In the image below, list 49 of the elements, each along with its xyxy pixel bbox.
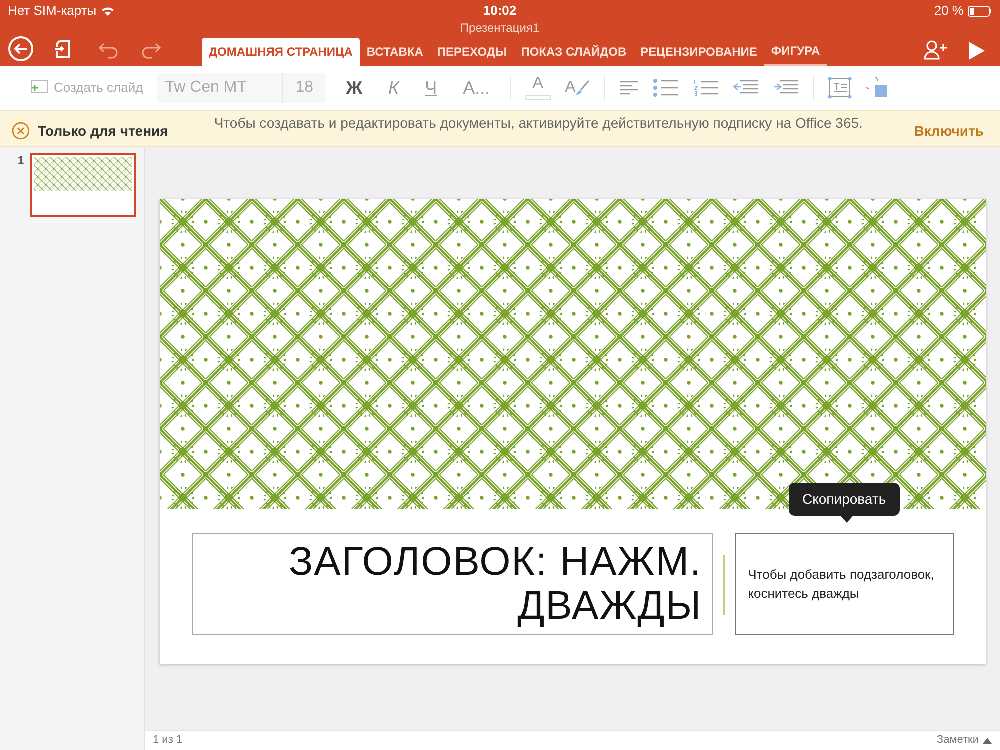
notice-title: Только для чтения [38, 122, 170, 141]
battery-label: 20 % [934, 2, 964, 20]
format-button[interactable]: Ч [419, 74, 444, 102]
brush-icon [576, 80, 590, 96]
text-box-icon[interactable] [828, 77, 852, 99]
play-icon [968, 41, 986, 61]
back-button[interactable] [8, 36, 34, 62]
numbered-list-icon[interactable] [692, 79, 719, 97]
carrier-label: Нет SIM-карты [8, 2, 97, 20]
tooltip-pointer-icon [838, 514, 854, 523]
notice-message: Чтобы создавать и редактировать документы, активируйте действительную подписку на Office 365. [214, 115, 864, 132]
ribbon-tab[interactable]: ВСТАВКА [360, 38, 430, 66]
page-counter: 1 из 1 [153, 733, 183, 748]
ribbon-tab[interactable]: ПОКАЗ СЛАЙДОВ [514, 38, 634, 66]
slide-thumbnail[interactable] [30, 153, 136, 217]
font-field[interactable]: Tw Cen MT [157, 73, 282, 103]
slide-number: 1 [18, 154, 24, 169]
battery-icon [968, 6, 992, 16]
title-placeholder[interactable]: ЗАГОЛОВОК: НАЖМ. ДВАЖДЫ [192, 533, 714, 635]
highlight-button[interactable]: A [565, 76, 590, 100]
font-color-button[interactable]: A [525, 76, 552, 100]
increase-indent-icon[interactable] [772, 80, 799, 96]
subtitle-placeholder[interactable]: Чтобы добавить подзаголовок, коснитесь дважды [735, 533, 954, 635]
title-text: ЗАГОЛОВОК: НАЖМ. ДВАЖДЫ [288, 540, 702, 628]
ribbon-tab[interactable]: ПЕРЕХОДЫ [430, 38, 514, 66]
ribbon-tab[interactable]: ДОМАШНЯЯ СТРАНИЦА [202, 38, 360, 66]
format-button[interactable]: A... [457, 74, 496, 102]
font-size-field[interactable]: 18 [282, 73, 326, 103]
document-title: Презентация1 [460, 20, 540, 37]
play-button[interactable] [968, 41, 986, 61]
copy-tooltip[interactable]: Скопировать [788, 483, 900, 516]
color-bar-icon [525, 95, 552, 100]
format-button[interactable]: К [382, 74, 406, 102]
format-button[interactable]: Ж [340, 74, 368, 102]
align-left-icon[interactable] [618, 81, 639, 95]
back-icon [8, 36, 34, 62]
enable-link[interactable]: Включить [914, 121, 988, 142]
clock-label: 10:02 [483, 2, 517, 20]
close-icon[interactable] [12, 122, 30, 140]
notes-button[interactable]: Заметки [936, 732, 992, 749]
new-slide-button[interactable]: Создать слайд [28, 78, 144, 98]
decrease-indent-icon[interactable] [732, 80, 759, 96]
share-button[interactable] [924, 39, 948, 61]
bullet-list-icon[interactable] [652, 79, 679, 97]
ribbon-tab[interactable]: РЕЦЕНЗИРОВАНИЕ [634, 38, 764, 66]
add-person-icon [924, 39, 948, 61]
caret-up-icon [983, 738, 992, 744]
wifi-icon [100, 6, 115, 16]
shapes-icon[interactable] [866, 77, 890, 99]
